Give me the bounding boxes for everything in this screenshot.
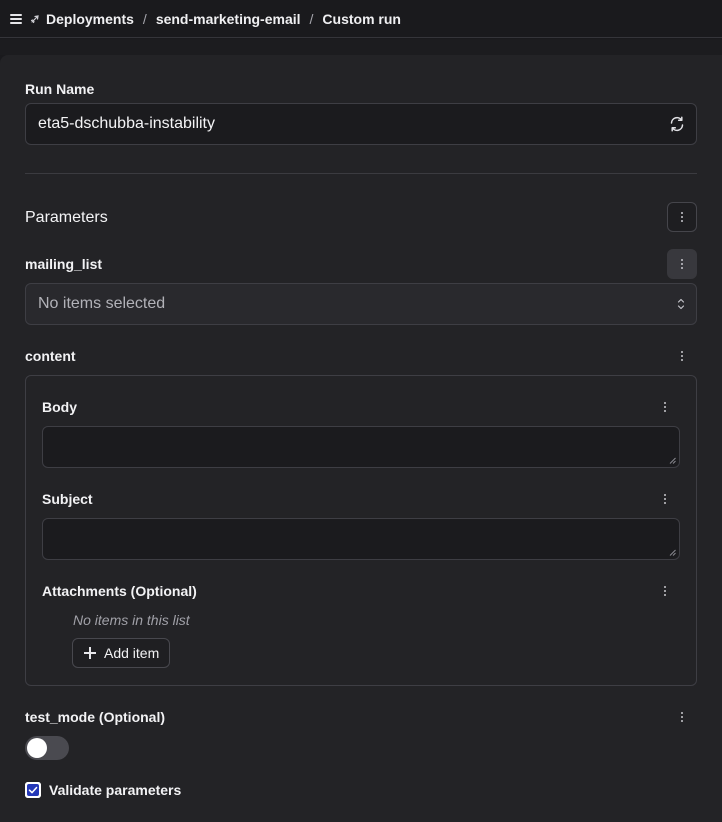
custom-run-form: Run Name eta5-dschubba-instability Param… bbox=[0, 55, 722, 822]
mailing-list-select[interactable]: No items selected bbox=[25, 283, 697, 325]
kebab-menu-icon bbox=[681, 212, 683, 222]
mailing-list-menu-button[interactable] bbox=[667, 249, 697, 279]
subject-textarea[interactable] bbox=[42, 518, 680, 560]
test-mode-label: test_mode (Optional) bbox=[25, 709, 166, 725]
kebab-menu-icon bbox=[681, 712, 683, 722]
breadcrumb-separator: / bbox=[142, 10, 147, 27]
body-textarea[interactable] bbox=[42, 426, 680, 468]
attachments-label: Attachments (Optional) bbox=[42, 583, 197, 599]
content-fields-panel: Body Subject Attachments (Optional) No i… bbox=[25, 375, 697, 686]
breadcrumb: Deployments / send-marketing-email / Cus… bbox=[0, 0, 722, 38]
rocket-icon bbox=[30, 14, 39, 23]
breadcrumb-current-page: Custom run bbox=[322, 10, 401, 27]
resize-grip-icon[interactable] bbox=[669, 457, 676, 464]
kebab-menu-icon bbox=[664, 402, 666, 412]
hamburger-menu-icon[interactable] bbox=[10, 13, 22, 24]
toggle-knob bbox=[27, 738, 47, 758]
add-item-label: Add item bbox=[104, 645, 160, 661]
body-label: Body bbox=[42, 399, 77, 415]
breadcrumb-separator: / bbox=[309, 10, 314, 27]
body-menu-button[interactable] bbox=[658, 400, 672, 414]
add-item-button[interactable]: Add item bbox=[72, 638, 171, 668]
run-name-value: eta5-dschubba-instability bbox=[38, 115, 215, 132]
run-name-label: Run Name bbox=[25, 81, 95, 97]
kebab-menu-icon bbox=[681, 259, 683, 269]
validate-parameters-checkbox[interactable] bbox=[25, 782, 41, 798]
header-spacer bbox=[0, 39, 722, 55]
test-mode-toggle[interactable] bbox=[25, 736, 69, 760]
validate-parameters-label: Validate parameters bbox=[49, 782, 182, 798]
kebab-menu-icon bbox=[664, 494, 666, 504]
refresh-icon[interactable] bbox=[668, 115, 686, 133]
attachments-empty-note: No items in this list bbox=[73, 612, 190, 628]
breadcrumb-deployment-link[interactable]: send-marketing-email bbox=[156, 11, 301, 27]
content-label: content bbox=[25, 348, 76, 364]
content-menu-button[interactable] bbox=[675, 349, 689, 363]
chevron-up-down-icon bbox=[677, 298, 685, 310]
mailing-list-label: mailing_list bbox=[25, 256, 103, 272]
resize-grip-icon[interactable] bbox=[669, 549, 676, 556]
attachments-menu-button[interactable] bbox=[658, 584, 672, 598]
checkmark-icon bbox=[25, 782, 41, 798]
section-divider bbox=[25, 173, 697, 174]
plus-icon bbox=[84, 647, 96, 659]
mailing-list-placeholder: No items selected bbox=[38, 295, 166, 312]
subject-label: Subject bbox=[42, 491, 93, 507]
kebab-menu-icon bbox=[681, 351, 683, 361]
run-name-input[interactable]: eta5-dschubba-instability bbox=[25, 103, 697, 145]
parameters-menu-button[interactable] bbox=[667, 202, 697, 232]
subject-menu-button[interactable] bbox=[658, 492, 672, 506]
test-mode-menu-button[interactable] bbox=[675, 710, 689, 724]
breadcrumb-deployments-link[interactable]: Deployments bbox=[46, 11, 134, 27]
kebab-menu-icon bbox=[664, 586, 666, 596]
parameters-title: Parameters bbox=[25, 209, 108, 226]
